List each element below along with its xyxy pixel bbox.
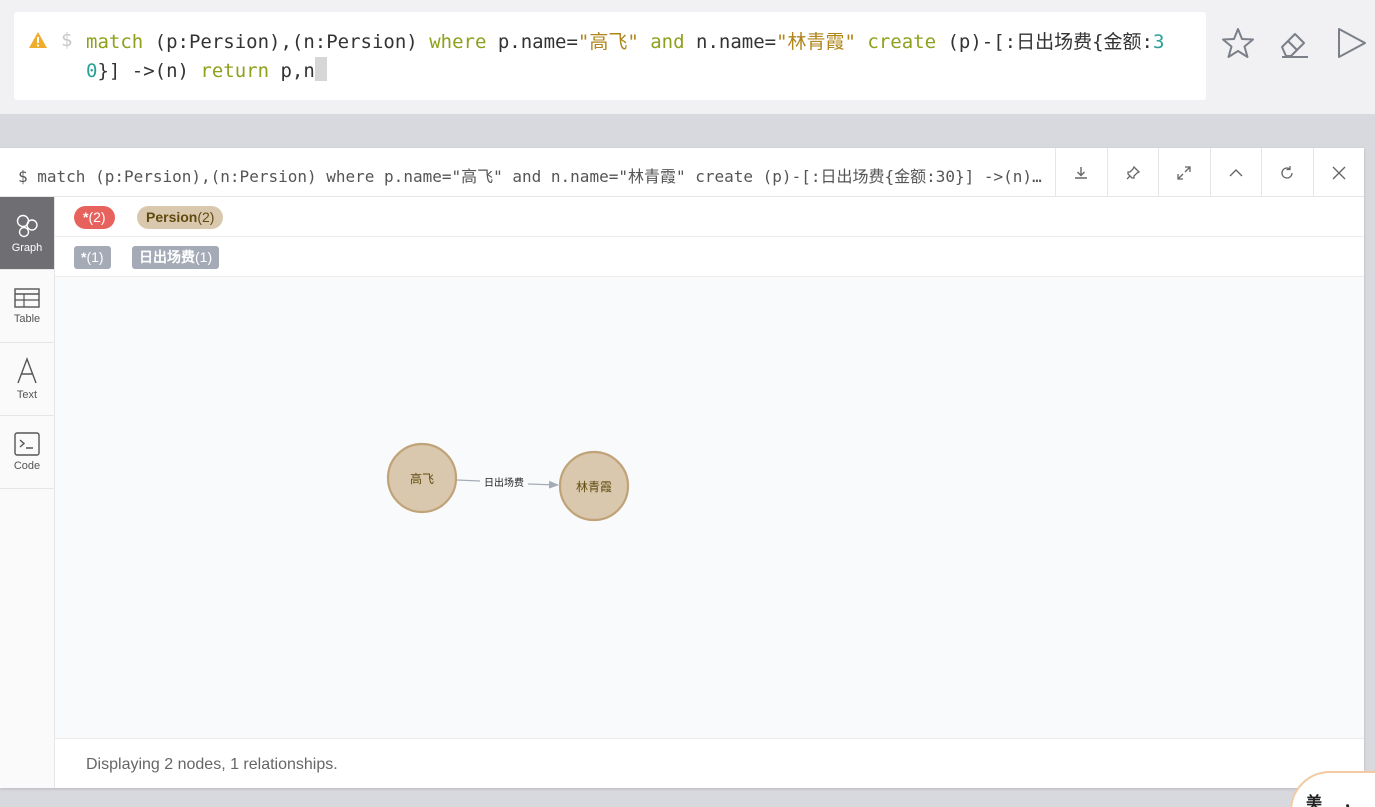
query-text[interactable]: match (p:Persion),(n:Persion) where p.na… xyxy=(86,28,1166,86)
status-text: Displaying 2 nodes, 1 relationships. xyxy=(86,756,338,773)
query-segment: p,n xyxy=(269,60,315,82)
graph-svg: 日出场费 高飞 林青霞 xyxy=(386,442,630,522)
graph-canvas[interactable]: 日出场费 高飞 林青霞 xyxy=(55,277,1364,738)
favorite-star-icon[interactable] xyxy=(1221,26,1255,60)
pin-icon xyxy=(1126,165,1140,179)
relationship-edge[interactable] xyxy=(456,479,481,482)
sidebar-item-table[interactable]: Table xyxy=(0,270,54,343)
node-label: 高飞 xyxy=(410,471,434,486)
status-bar: Displaying 2 nodes, 1 relationships. xyxy=(55,738,1364,788)
pill-count: (2) xyxy=(197,209,215,225)
refresh-icon xyxy=(1281,165,1293,179)
frame-toolbar xyxy=(1055,148,1364,197)
play-run-icon[interactable] xyxy=(1334,26,1368,60)
sidebar-item-label: Table xyxy=(13,313,41,325)
query-segment: p.name= xyxy=(486,31,578,53)
tag-name: 日出场费 xyxy=(139,249,195,265)
rel-type-all-tag[interactable]: *(1) xyxy=(74,246,111,269)
warning-icon[interactable] xyxy=(28,31,48,49)
sidebar-item-code[interactable]: Code xyxy=(0,416,54,489)
node-label-all-pill[interactable]: *(2) xyxy=(74,206,115,229)
text-icon xyxy=(17,357,37,384)
relationship-edge-arrow[interactable] xyxy=(527,480,559,489)
string-literal: "高飞" xyxy=(577,31,639,53)
seal-text: 美 ， 同 xyxy=(1306,793,1368,807)
keyword-return: return xyxy=(200,60,270,82)
keyword-match: match xyxy=(86,31,144,53)
expand-icon xyxy=(1177,165,1191,180)
string-literal: "林青霞" xyxy=(776,31,856,53)
download-icon xyxy=(1075,166,1088,179)
node-label-persion-pill[interactable]: Persion(2) xyxy=(137,206,224,229)
fullscreen-button[interactable] xyxy=(1158,148,1210,197)
editor-prompt: $ xyxy=(61,29,73,51)
query-segment: }] ->(n) xyxy=(97,60,201,82)
pill-name: Persion xyxy=(146,209,198,225)
frame-title[interactable]: $ match (p:Persion),(n:Persion) where p.… xyxy=(18,163,1048,187)
graph-node-source[interactable]: 高飞 xyxy=(386,442,458,514)
rerun-button[interactable] xyxy=(1261,148,1313,197)
sidebar-item-text[interactable]: Text xyxy=(0,343,54,416)
result-frame: $ match (p:Persion),(n:Persion) where p.… xyxy=(0,148,1364,788)
relationship-type-legend: *(1) 日出场费(1) xyxy=(55,237,1364,277)
code-icon xyxy=(14,432,40,456)
node-label-legend: *(2) Persion(2) xyxy=(55,197,1364,237)
pin-button[interactable] xyxy=(1106,148,1159,197)
graph-node-target[interactable]: 林青霞 xyxy=(558,450,630,522)
collapse-button[interactable] xyxy=(1209,148,1262,197)
keyword-create: create xyxy=(855,31,937,53)
query-segment: (p:Persion),(n:Persion) xyxy=(143,31,430,53)
close-button[interactable] xyxy=(1312,148,1365,197)
query-segment: n.name= xyxy=(684,31,777,53)
sidebar-item-graph[interactable]: Graph xyxy=(0,197,54,270)
graph-icon xyxy=(16,214,38,238)
node-label: 林青霞 xyxy=(576,480,612,494)
tag-count: (1) xyxy=(195,249,213,265)
editor-area: $ match (p:Persion),(n:Persion) where p.… xyxy=(0,0,1375,114)
sidebar-item-label: Code xyxy=(13,460,41,472)
pill-count: (2) xyxy=(88,209,106,225)
sidebar-item-label: Text xyxy=(16,389,38,401)
rel-type-tag[interactable]: 日出场费(1) xyxy=(132,246,220,269)
eraser-icon[interactable] xyxy=(1278,26,1312,60)
download-button[interactable] xyxy=(1055,148,1107,197)
query-segment: (p)-[:日出场费{金额: xyxy=(936,31,1153,53)
relationship-label: 日出场费 xyxy=(484,476,524,489)
table-icon xyxy=(14,288,40,308)
keyword-where: where xyxy=(429,31,487,53)
chevron-up-icon xyxy=(1229,168,1243,176)
close-icon xyxy=(1332,166,1346,179)
tag-count: (1) xyxy=(86,249,104,265)
text-cursor xyxy=(314,57,327,81)
sidebar-item-label: Graph xyxy=(11,242,43,254)
frame-header: $ match (p:Persion),(n:Persion) where p.… xyxy=(0,148,1364,197)
keyword-and: and xyxy=(638,31,685,53)
view-sidebar: Graph Table Text Code xyxy=(0,197,55,788)
